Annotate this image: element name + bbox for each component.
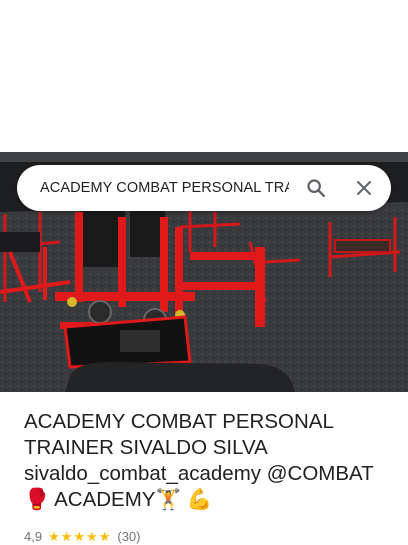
search-icon	[307, 179, 325, 197]
map-blank-area	[0, 0, 408, 152]
close-icon	[357, 181, 371, 195]
star-icon: ★	[73, 528, 86, 544]
star-icon: ★	[48, 528, 60, 544]
review-count[interactable]: (30)	[117, 529, 140, 544]
rating-value: 4,9	[24, 528, 43, 544]
star-icon: ★	[60, 528, 73, 544]
rating-stars: ★ ★ ★ ★ ★	[48, 530, 111, 543]
clear-search-button[interactable]	[347, 171, 381, 205]
star-icon: ★	[98, 528, 111, 544]
place-title: ACADEMY COMBAT PERSONAL TRAINER SIVALDO …	[24, 410, 374, 511]
search-input[interactable]: ACADEMY COMBAT PERSONAL TRAINER SIVALDO …	[40, 180, 289, 196]
star-icon: ★	[86, 528, 98, 544]
rating-row[interactable]: 4,9 ★ ★ ★ ★ ★ (30)	[24, 527, 140, 545]
search-button[interactable]	[299, 171, 333, 205]
search-bar[interactable]: ACADEMY COMBAT PERSONAL TRAINER SIVALDO …	[17, 165, 391, 211]
